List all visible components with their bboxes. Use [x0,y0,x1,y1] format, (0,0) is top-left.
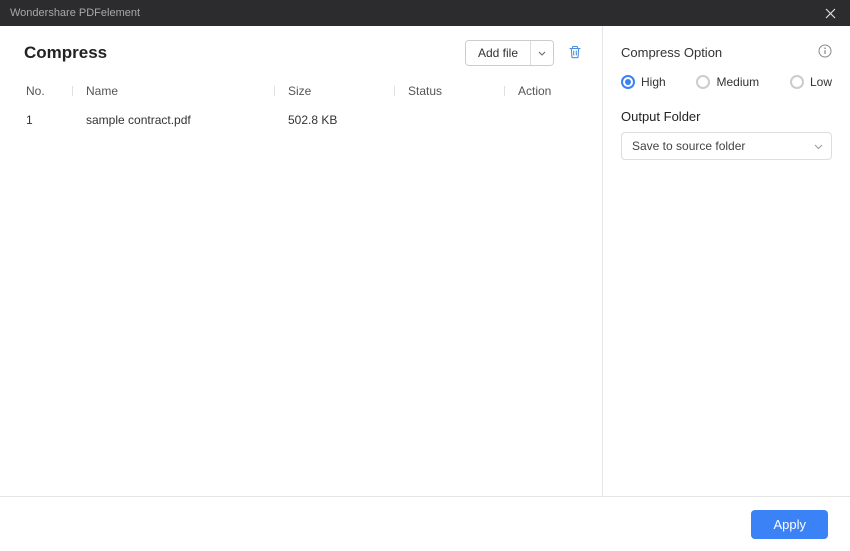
col-header-size: Size [274,84,394,98]
output-folder-value: Save to source folder [632,139,745,153]
window-title: Wondershare PDFelement [10,7,140,19]
col-header-name: Name [72,84,274,98]
left-panel: Compress Add file No. Name Size Status A… [0,26,603,496]
output-folder-label: Output Folder [621,109,832,124]
trash-icon [567,44,583,60]
close-button[interactable] [810,0,850,26]
add-file-button[interactable]: Add file [466,41,530,65]
radio-high[interactable]: High [621,75,666,89]
cell-no: 1 [24,113,72,127]
radio-indicator [790,75,804,89]
output-folder-select[interactable]: Save to source folder [621,132,832,160]
main-body: Compress Add file No. Name Size Status A… [0,26,850,496]
compression-level-group: High Medium Low [621,75,832,89]
radio-medium[interactable]: Medium [696,75,759,89]
info-button[interactable] [818,44,832,61]
right-panel: Compress Option High Medium Low Output F… [603,26,850,496]
left-header: Compress Add file [24,40,584,66]
right-header: Compress Option [621,44,832,61]
left-header-actions: Add file [465,40,584,66]
close-icon [825,8,836,19]
titlebar: Wondershare PDFelement [0,0,850,26]
table-row[interactable]: 1 sample contract.pdf 502.8 KB [24,105,584,133]
col-header-status: Status [394,84,504,98]
apply-button[interactable]: Apply [751,510,828,539]
info-icon [818,44,832,58]
chevron-down-icon [538,51,546,56]
page-title: Compress [24,43,107,63]
col-header-action: Action [504,84,584,98]
compress-option-title: Compress Option [621,45,722,60]
cell-status [394,113,504,127]
remove-file-button[interactable] [566,44,584,62]
cell-name: sample contract.pdf [72,113,274,127]
radio-low[interactable]: Low [790,75,832,89]
add-file-group: Add file [465,40,554,66]
radio-high-label: High [641,75,666,89]
radio-medium-label: Medium [716,75,759,89]
cell-action [504,113,584,127]
col-header-no: No. [24,84,72,98]
add-file-dropdown-button[interactable] [530,41,553,65]
footer: Apply [0,496,850,551]
chevron-down-icon [814,139,823,153]
radio-indicator [621,75,635,89]
table-header: No. Name Size Status Action [24,78,584,105]
radio-indicator [696,75,710,89]
cell-size: 502.8 KB [274,113,394,127]
radio-low-label: Low [810,75,832,89]
